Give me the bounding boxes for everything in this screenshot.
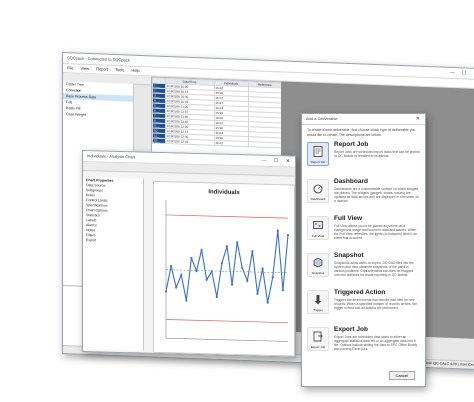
lcl-line [166,319,288,324]
data-point [281,289,285,292]
deliverable-tile[interactable]: Dashboard [307,179,329,203]
chart-title: Individuals [208,189,240,196]
data-point [286,234,290,237]
deliverable-tile[interactable]: Report Job [307,142,329,166]
deliverable-name: Full View [334,215,363,222]
dialog-close-icon[interactable]: ✕ [416,114,423,124]
chart-properties-list[interactable]: Chart Properties Data Source Subgroups Rule… [83,177,144,351]
series-line [165,230,289,303]
deliverable-name: Export Job [334,326,368,333]
deliverable-option[interactable]: Export Job Export Job Export Jobs are sche… [302,324,425,361]
chart-property-item[interactable]: Export [83,237,143,244]
x-axis [166,337,288,342]
data-point [215,295,218,299]
data-point [164,290,168,293]
data-point [261,267,264,270]
data-point [241,266,244,270]
deliverable-name: Dashboard [334,178,368,185]
dialog-title: Add a Deliverable [306,116,338,121]
tree-item[interactable]: Case Weight [63,111,133,120]
deliverable-name: Snapshot [334,252,364,259]
tile-label: Export Job [310,345,326,349]
deliverable-option[interactable]: Full View Full View Full View allows you t… [302,213,425,250]
ucl-line [166,214,288,219]
data-point [276,229,279,232]
deliverable-option[interactable]: Dashboard Dashboard Dashboards are a custo… [302,176,425,213]
tile-label: Trigger [313,308,323,312]
deliverable-description: Snapshots allow users to export .DO CAD … [334,261,414,277]
tile-label: Snapshot [311,271,325,275]
grid-cell[interactable]: 16.01 [214,140,249,147]
deliverable-name: Triggered Action [334,289,386,296]
grid-cell[interactable]: 1/13/2020 12:45 [165,138,214,146]
deliverable-option[interactable]: Snapshot Snapshot Snapshots allow users to… [302,250,425,287]
deliverable-description: Export Jobs are scheduled data tasks to … [334,335,418,351]
main-window-title: SQCpack - Connected to SQCpack [67,55,130,63]
menu-item[interactable]: Help [131,68,139,73]
data-point [195,269,198,273]
data-point [271,276,274,279]
chart-window: Individuals - Analysis Chart — ☐ ✕ Chart… [82,150,296,358]
deliverable-tile[interactable]: Snapshot [307,253,329,277]
deliverable-option[interactable]: Trigger Triggered Action Triggers are time… [302,287,425,324]
dialog-footer: Cancel [388,364,415,382]
dialog-titlebar: Add a Deliverable ✕ [302,114,425,125]
deliverable-name: Report Job [334,141,369,148]
deliverable-description: Report Jobs are scheduled report tasks t… [334,150,420,158]
menu-item[interactable]: Tools [115,67,124,72]
data-point [169,264,173,268]
deliverable-tile[interactable]: Full View [307,216,329,240]
cancel-button[interactable]: Cancel [388,371,415,380]
window-controls[interactable]: — ☐ ✕ [450,68,474,79]
data-point [200,248,203,251]
data-point [266,301,269,304]
tile-label: Dashboard [310,197,326,201]
deliverable-description: Triggers are timed events that monitor p… [334,298,418,310]
tile-label: Report Job [310,160,326,164]
data-point [236,241,239,244]
chart-plot-area: Individuals [153,180,295,357]
menu-item[interactable]: Report [96,66,108,71]
deliverable-description: Dashboards are a customizable surface on… [334,187,419,203]
data-point [185,299,188,302]
menu-item[interactable]: View [80,66,89,71]
deliverable-list: Report Job Report Job Report Jobs are sche… [302,139,425,361]
chart-window-controls[interactable]: — ☐ ✕ [262,156,293,167]
data-point [246,279,249,282]
grid-cell[interactable]: 12 [152,137,166,144]
dialog-subtitle: To create a new deliverable, first choos… [307,128,416,137]
tile-label: Full View [311,234,325,238]
deliverable-description: Full View allows you to be placed anywhe… [334,224,417,240]
chart-window-title: Individuals - Analysis Chart [87,153,136,160]
individuals-chart: Individuals [164,189,290,342]
status-right: Admin QC-CALC 4.00 | User Cancel [422,360,474,368]
grid-cell[interactable] [248,141,282,148]
deliverable-option[interactable]: Report Job Report Job Report Jobs are sche… [302,139,425,176]
deliverable-tile[interactable]: Export Job [307,327,329,351]
data-point [251,250,254,253]
add-deliverable-dialog: Add a Deliverable ✕ To create a new deli… [301,113,426,387]
deliverable-tile[interactable]: Trigger [307,290,329,314]
data-point [190,257,193,260]
menu-item[interactable]: File [67,65,73,70]
data-point [256,292,259,295]
data-point [230,283,234,286]
center-line [166,269,288,274]
